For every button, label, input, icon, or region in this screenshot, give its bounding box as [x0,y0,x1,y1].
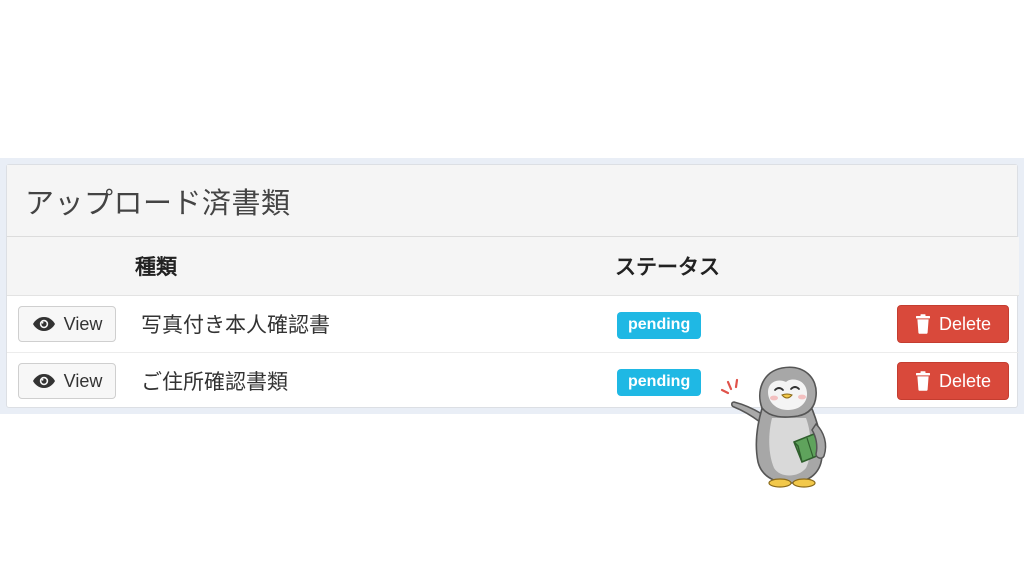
view-button[interactable]: View [18,363,116,399]
table-header-row: 種類 ステータス [7,237,1019,296]
header-type: 種類 [133,237,609,296]
header-view [7,237,133,296]
delete-button-label: Delete [938,370,992,391]
documents-table: 種類 ステータス View 写真付き本人確認書 pending Delete V… [7,237,1019,409]
actions-cell: Delete [889,353,1019,410]
panel-heading: アップロード済書類 [7,165,1017,237]
delete-button-label: Delete [938,313,992,334]
view-button[interactable]: View [18,306,116,342]
actions-cell: Delete [889,295,1019,353]
uploaded-documents-panel: アップロード済書類 種類 ステータス View 写真付き本人確認書 pendin… [6,164,1019,409]
panel-title: アップロード済書類 [25,185,291,220]
trash-icon [915,371,930,391]
delete-button[interactable]: Delete [897,305,1009,343]
table-row: View 写真付き本人確認書 pending Delete [7,295,1019,353]
document-type: ご住所確認書類 [141,370,288,394]
view-cell: View [7,295,133,353]
view-button-label: View [63,313,103,334]
header-actions [889,237,1019,296]
attention-marks-icon [720,378,739,395]
eye-icon [32,317,55,331]
delete-button[interactable]: Delete [897,362,1009,400]
view-cell: View [7,353,133,410]
header-status: ステータス [609,237,889,296]
status-cell: pending [609,295,889,353]
penguin-mascot-illustration [720,366,827,488]
status-badge: pending [617,368,702,396]
page: アップロード済書類 種類 ステータス View 写真付き本人確認書 pendin… [0,0,1024,576]
status-badge: pending [617,311,702,339]
table-row: View ご住所確認書類 pending Delete [7,353,1019,410]
document-type: 写真付き本人確認書 [133,295,609,353]
trash-icon [915,314,930,334]
view-button-label: View [63,370,103,391]
eye-icon [32,374,55,388]
